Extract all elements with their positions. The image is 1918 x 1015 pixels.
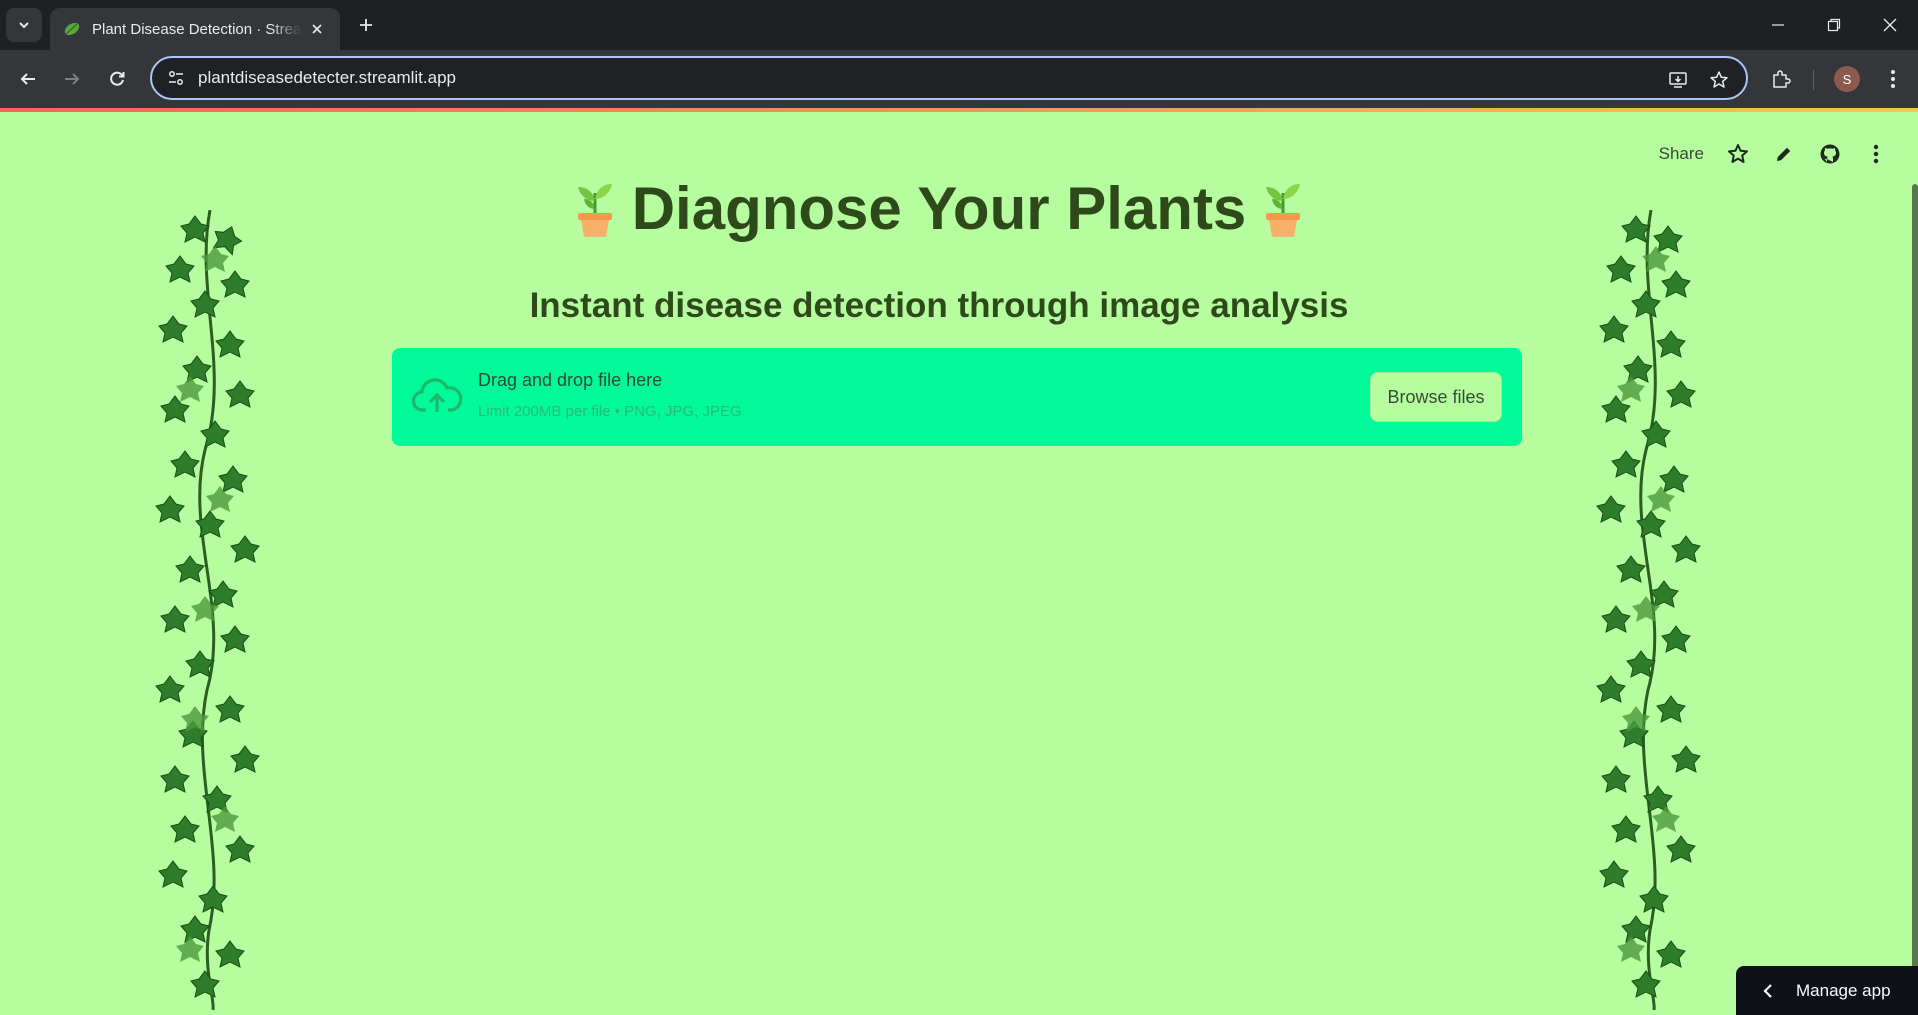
- title-row: Diagnose Your Plants: [0, 174, 1878, 243]
- ivy-vine-right-image: [1596, 210, 1701, 1010]
- close-icon: [1883, 18, 1897, 32]
- kebab-menu-icon: [1891, 70, 1895, 88]
- app-content: Share Diagnose Your Plants Instant disea…: [0, 112, 1918, 1015]
- plus-icon: [360, 19, 372, 31]
- toolbar-separator: [1813, 70, 1814, 90]
- favorite-star-icon[interactable]: [1726, 142, 1750, 166]
- profile-avatar[interactable]: S: [1834, 66, 1860, 92]
- potted-plant-icon: [1266, 183, 1301, 237]
- arrow-right-icon: [65, 73, 80, 85]
- leaf-favicon-icon: [64, 22, 80, 36]
- page-subtitle: Instant disease detection through image …: [529, 286, 1349, 325]
- manage-app-label: Manage app: [1796, 980, 1891, 1000]
- browser-tab-active[interactable]: Plant Disease Detection · Streamlit: [50, 8, 340, 50]
- back-button[interactable]: [12, 63, 44, 95]
- address-bar[interactable]: plantdiseasedetecter.streamlit.app: [150, 56, 1748, 100]
- restore-icon: [1827, 18, 1841, 32]
- bookmark-star-icon[interactable]: [1705, 66, 1733, 94]
- chevron-left-icon: [1763, 983, 1772, 998]
- app-menu-icon[interactable]: [1864, 142, 1888, 166]
- file-uploader-dropzone[interactable]: Drag and drop file here Limit 200MB per …: [392, 348, 1522, 446]
- new-tab-button[interactable]: [352, 11, 380, 39]
- reload-icon: [110, 71, 125, 86]
- chevron-down-icon: [19, 22, 29, 29]
- tab-close-button[interactable]: [306, 18, 328, 40]
- forward-button[interactable]: [56, 63, 88, 95]
- reload-button[interactable]: [101, 63, 133, 95]
- upload-limit-text: Limit 200MB per file • PNG, JPG, JPEG: [478, 403, 742, 420]
- edit-pencil-icon[interactable]: [1772, 142, 1796, 166]
- close-icon: [312, 24, 322, 34]
- arrow-left-icon: [20, 73, 35, 85]
- share-button[interactable]: Share: [1659, 144, 1704, 164]
- minimize-icon: [1772, 24, 1784, 26]
- install-app-icon[interactable]: [1664, 66, 1692, 94]
- cloud-upload-icon: [412, 378, 462, 412]
- page-title: Diagnose Your Plants: [631, 175, 1247, 242]
- close-window-button[interactable]: [1862, 0, 1918, 50]
- tab-title: Plant Disease Detection · Streamlit: [92, 20, 302, 38]
- page-scrollbar[interactable]: [1912, 184, 1918, 1014]
- ivy-vine-left-image: [155, 210, 260, 1010]
- url-text[interactable]: plantdiseasedetecter.streamlit.app: [198, 68, 456, 88]
- minimize-button[interactable]: [1750, 0, 1806, 50]
- site-settings-icon[interactable]: [164, 66, 188, 90]
- manage-app-button[interactable]: Manage app: [1736, 966, 1918, 1015]
- browse-files-button[interactable]: Browse files: [1370, 372, 1502, 422]
- restore-button[interactable]: [1806, 0, 1862, 50]
- tab-search-button[interactable]: [6, 8, 42, 42]
- upload-instructions: Drag and drop file here: [478, 370, 663, 390]
- potted-plant-icon: [577, 183, 612, 237]
- browser-toolbar: plantdiseasedetecter.streamlit.app S: [0, 50, 1918, 108]
- browser-tab-strip: Plant Disease Detection · Streamlit: [0, 0, 1918, 50]
- browser-menu-button[interactable]: [1878, 64, 1908, 94]
- app-header-toolbar: Share: [1659, 142, 1888, 166]
- puzzle-icon: [1773, 70, 1791, 88]
- extensions-button[interactable]: [1766, 64, 1796, 94]
- github-icon[interactable]: [1818, 142, 1842, 166]
